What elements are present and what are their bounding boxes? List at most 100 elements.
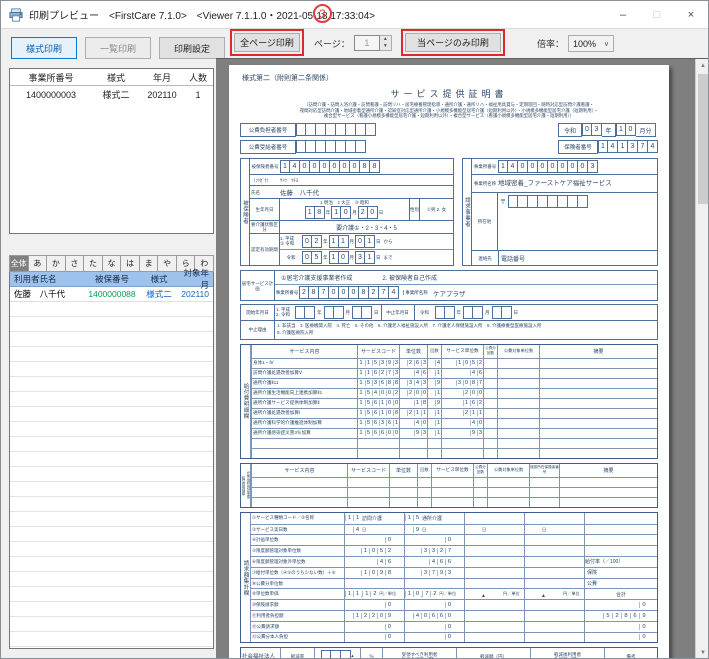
kohi-units [497, 379, 539, 388]
digit-cell [324, 306, 334, 319]
user-row[interactable]: 佐藤 八千代 1400000088 様式二 202110 [10, 287, 213, 302]
digit-cell: 1 [305, 206, 315, 219]
print-current-page-button[interactable]: 当ページのみ印刷 [405, 33, 501, 52]
summary-group [525, 611, 585, 621]
biller-number-cells: 1400000003 [498, 160, 598, 173]
birth-day-cells: 20 [358, 206, 378, 219]
scroll-thumb[interactable] [698, 74, 709, 204]
tab-kana-4[interactable]: た [84, 255, 103, 272]
digit-cell: 0 [413, 591, 421, 597]
service-code: 156600 [357, 429, 399, 438]
insurer-label: 保険者番号 [558, 140, 598, 154]
page-input[interactable]: 1 [354, 35, 380, 51]
tab-kana-5[interactable]: な [103, 255, 122, 272]
spin-up-icon[interactable]: ▲ [380, 36, 391, 43]
page-stepper[interactable]: ▲ ▼ [380, 35, 392, 51]
kohi-label: 公費 [585, 580, 599, 587]
facility-insurer [529, 478, 559, 487]
maximize-button[interactable]: □ [640, 1, 674, 28]
start-month-cells [324, 306, 344, 319]
kohi-units [497, 419, 539, 428]
tab-kana-1[interactable]: あ [29, 255, 48, 272]
digit-cell-group: 0 [345, 537, 393, 543]
rate-label: 軽減率 [281, 648, 315, 659]
digit-cell: 1 [618, 140, 628, 153]
digit-cell: 1 [329, 235, 339, 248]
tab-kana-3[interactable]: さ [66, 255, 85, 272]
summary-row: ①サービス種類コード／②名称11訪問介護15通所介護 [251, 513, 657, 524]
digit-cell: 6 [372, 410, 379, 416]
insured-side-label: 被保険者 [241, 159, 250, 265]
office-row[interactable]: 1400000003 様式二 202110 1 [10, 86, 213, 103]
kohi-count [483, 449, 497, 458]
detail-row: 通所介護処遇改善加算Ⅰ1561082111211 [241, 408, 657, 418]
digit-cell: 0 [463, 360, 470, 366]
digit-cell: 8 [385, 570, 393, 576]
digit-cell: 1 [456, 360, 463, 366]
facility-insurer [529, 498, 559, 507]
valid-from-year: 02 [302, 235, 322, 248]
digit-cell-group: 18 [400, 400, 428, 406]
units [399, 439, 427, 448]
service-units [431, 488, 473, 497]
digit-cell-group: 1 [428, 370, 442, 376]
digit-cell: 1 [498, 160, 508, 173]
summary-row: ⑤限度額管理対象単位数10523327 [251, 545, 657, 556]
document-title: サービス提供証明書 [240, 87, 658, 100]
digit-cell: 4 [414, 380, 421, 386]
digit-cell: 5 [365, 400, 372, 406]
kyufu-rate-label: 給付率（／100） [585, 557, 657, 567]
spin-down-icon[interactable]: ▼ [380, 43, 391, 50]
digit-cell [362, 306, 372, 319]
page-label: ページ： [314, 37, 350, 50]
vertical-scrollbar[interactable]: ▲ ▼ [695, 59, 709, 659]
digit-cell [528, 195, 538, 208]
digit-cell [518, 195, 528, 208]
plan-office-name: ケアプラザ [429, 288, 466, 298]
digit-cell: 1 [353, 613, 361, 619]
kohi-units [497, 359, 539, 368]
kohi-count [483, 399, 497, 408]
print-settings-button[interactable]: 印刷設定 [159, 37, 225, 59]
digit-cell: 5 [603, 613, 612, 619]
scroll-up-icon[interactable]: ▲ [700, 59, 706, 73]
minimize-button[interactable]: – [606, 1, 640, 28]
digit-cell-group: 1 [428, 390, 442, 396]
digit-cell-group: 3087 [442, 380, 484, 386]
hoken-label: 保険 [585, 569, 599, 576]
scale-dropdown[interactable]: 100% ∨ [568, 35, 614, 52]
list-print-button[interactable]: 一覧印刷 [85, 37, 151, 59]
note [559, 498, 657, 507]
service-name: 訪問介護処遇改善加算Ⅴ [251, 369, 357, 378]
digit-cell [316, 123, 326, 136]
digit-cell: 6 [386, 420, 393, 426]
summary-group [465, 611, 525, 621]
scroll-down-icon[interactable]: ▼ [700, 646, 706, 659]
summary-row: ⑨単位数単価11,12円／単位10,72円／単位▲円／単位▲円／単位合計 [251, 588, 657, 599]
summary-group: ▲円／単位 [465, 589, 525, 599]
summary-group [465, 579, 525, 589]
tab-kana-7[interactable]: ま [140, 255, 159, 272]
digit-cell: 1 [463, 400, 470, 406]
digit-cell [326, 123, 336, 136]
stop-month-cells [463, 306, 483, 319]
summary-right [585, 513, 657, 524]
units: 211 [399, 409, 427, 418]
reduction-table: 社会福祉法人等による軽減欄 軽減率 ▲ ％ 受領すべき利用者 負担の総額（円） … [240, 647, 658, 659]
user-list-header: 利用者氏名 被保番号 様式 対象年月 [10, 272, 213, 287]
total-label: 合計 [585, 589, 657, 599]
summary-row: ③サービス実日数4日9日日日 [251, 524, 657, 535]
units: 343 [399, 379, 427, 388]
summary-group: 12209 [345, 611, 405, 621]
close-button[interactable]: × [674, 1, 708, 28]
tab-kana-2[interactable]: か [47, 255, 66, 272]
digit-cell: 9 [470, 430, 477, 436]
summary-side-label: 請求額集計欄 [241, 513, 251, 643]
print-all-pages-button[interactable]: 全ページ印刷 [234, 33, 300, 52]
tab-kana-8[interactable]: や [158, 255, 177, 272]
digit-cell-group: 12209 [345, 613, 393, 619]
era-label: 令和 [558, 123, 582, 137]
form-print-button[interactable]: 様式印刷 [11, 37, 77, 59]
tab-kana-6[interactable]: は [121, 255, 140, 272]
tab-all[interactable]: 全体 [9, 255, 29, 272]
